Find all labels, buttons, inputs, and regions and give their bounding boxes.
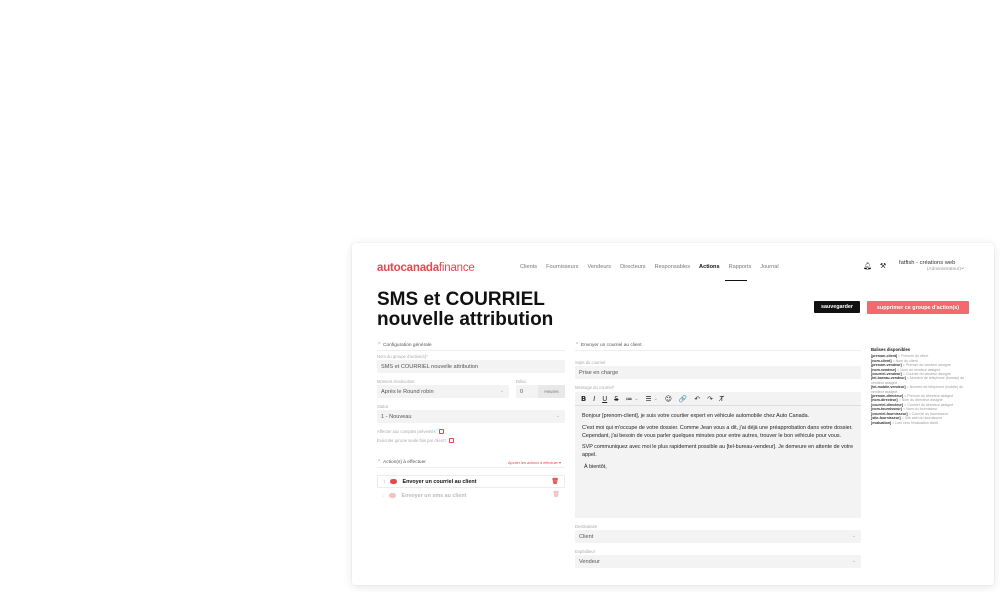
chevron-down-icon[interactable]: ⌄ [654,396,658,402]
active-nav-indicator [725,280,747,281]
strikethrough-button[interactable]: S [614,395,618,403]
user-role: (Administrateur) [926,267,961,272]
tags-title: Balises disponibles [871,347,911,352]
nav-item-rapports[interactable]: Rapports [729,264,752,270]
drag-handle-icon[interactable]: ↕ [382,493,385,499]
subject-input[interactable]: Prise en charge [575,366,861,379]
nav-item-fournisseurs[interactable]: Fournisseurs [546,264,578,270]
nav-item-directeurs[interactable]: Directeurs [620,264,646,270]
divider [575,350,861,351]
action-item-sms[interactable]: ↕ Envoyer un sms au client 🗑︎ [377,489,565,502]
check-row-prevented: Affecter aux comptes préventés [377,429,444,434]
config-section-toggle[interactable]: ⌃ Configuration générale [377,343,432,348]
action-sms-toggle[interactable] [388,493,396,498]
group-name-label: Nom du groupe d'action(s)* [377,354,428,359]
chevron-up-icon: ⌃ [377,343,382,348]
status-select[interactable]: 1 - Nouveau ⌄ [377,410,565,423]
italic-button[interactable]: I [593,395,595,403]
subject-label: Sujet du courriel [575,360,606,365]
emoji-icon[interactable]: ☺ [665,395,672,403]
bell-icon[interactable]: 🔔︎ [863,262,872,270]
top-icons: 🔔︎ ⚒ [863,262,886,270]
message-paragraph: C'est moi qui m'occupe de votre dossier.… [582,424,853,439]
tag-item: [tel-bureau-vendeur] = Numéro de télépho… [871,376,965,385]
delay-label: Délai [516,379,526,384]
action-email-toggle[interactable] [389,479,397,484]
tag-item: [tel-mobile-vendeur] = Numéro de télépho… [871,385,964,394]
chevron-up-icon: ⌃ [575,343,580,348]
chevron-down-icon: ⌄ [851,558,856,564]
status-label: Statut [377,404,388,409]
nav-item-actions[interactable]: Actions [699,264,720,270]
save-button[interactable]: sauvegarder [814,301,860,313]
action-item-email[interactable]: ↕ Envoyer un courriel au client 🗑︎ [377,475,565,488]
ordered-list-icon[interactable]: ≔ [626,395,633,403]
divider [377,467,565,468]
delay-input[interactable]: 0 [516,385,538,398]
clear-format-icon[interactable]: T̸ [720,395,724,403]
once-per-client-checkbox[interactable] [449,438,455,443]
add-actions-link[interactable]: Ajouter les actions à effectuer ▾ [508,460,561,465]
main-nav: Clients Fournisseurs Vendeurs Directeurs… [520,264,788,270]
chevron-down-icon: ⌄ [555,413,560,419]
actions-section-toggle[interactable]: ⌃ Action(s) à effectuer [377,460,426,465]
chevron-down-icon: ⌄ [851,533,856,539]
user-menu[interactable]: fatfish - créations web (Administrateur) [899,260,961,272]
moment-select[interactable]: Après le Round robin ⌄ [377,385,509,398]
redo-icon[interactable]: ↷ [707,395,713,403]
nav-item-clients[interactable]: Clients [520,264,537,270]
sender-select[interactable]: Vendeur ⌄ [575,555,861,568]
tag-item: [evaluation] = Lien vers l'évaluation cl… [871,420,939,425]
delay-unit: Heures [538,385,565,398]
brand-logo[interactable]: autocanadafinance [377,262,475,274]
drag-handle-icon[interactable]: ↕ [383,479,386,485]
nav-item-vendeurs[interactable]: Vendeurs [587,264,611,270]
sender-label: Expéditeur [575,549,596,554]
message-paragraph: À bientôt, [584,463,607,470]
message-paragraph: SVP communiquez avec moi le plus rapidem… [582,444,854,459]
group-name-input[interactable]: SMS et COURRIEL nouvelle attribution [377,360,565,373]
bullet-list-icon[interactable]: ☰ [646,395,652,403]
message-body[interactable]: Bonjour [prenom-client], je suis votre c… [582,413,858,476]
message-label: Message du courriel* [575,385,615,390]
top-navigation-bar: autocanadafinance Clients Fournisseurs V… [352,243,994,283]
bold-button[interactable]: B [581,395,586,403]
divider [377,350,565,351]
chevron-up-icon: ⌃ [377,460,382,465]
recipient-select[interactable]: Client ⌄ [575,530,861,543]
recipient-label: Destinataire [575,524,598,529]
nav-item-responsables[interactable]: Responsables [655,264,690,270]
link-icon[interactable]: 🔗 [679,395,687,403]
chevron-down-icon[interactable]: ⌄ [634,396,638,402]
email-section-toggle[interactable]: ⌃ Envoyer un courriel au client [575,343,642,348]
available-tags-panel: Balises disponibles [prenom-client] = Pr… [871,347,966,425]
page-title: SMS et COURRIEL nouvelle attribution [377,289,554,330]
tools-icon[interactable]: ⚒ [880,262,886,270]
trash-icon[interactable]: 🗑︎ [551,478,559,485]
app-window: autocanadafinance Clients Fournisseurs V… [352,243,994,585]
message-paragraph: Bonjour [prenom-client], je suis votre c… [582,413,810,419]
nav-item-journal[interactable]: Journal [760,264,778,270]
undo-icon[interactable]: ↶ [694,395,700,403]
underline-button[interactable]: U [602,395,607,403]
chevron-down-icon: ⌄ [499,388,504,394]
user-name: fatfish - créations web [899,260,956,266]
trash-icon[interactable]: 🗑︎ [552,491,560,498]
chevron-down-icon[interactable]: ⌄ [960,264,965,271]
prevented-checkbox[interactable] [438,429,444,434]
editor-toolbar: B I U S ≔ ⌄ ☰ ⌄ ☺ 🔗 ↶ ↷ T̸ [575,392,861,406]
check-row-once: Exécuter qu'une seule fois par client? [377,438,455,443]
delete-group-button[interactable]: supprimer ce groupe d'action(s) [867,301,969,314]
moment-label: Moment d'exécution [377,379,415,384]
